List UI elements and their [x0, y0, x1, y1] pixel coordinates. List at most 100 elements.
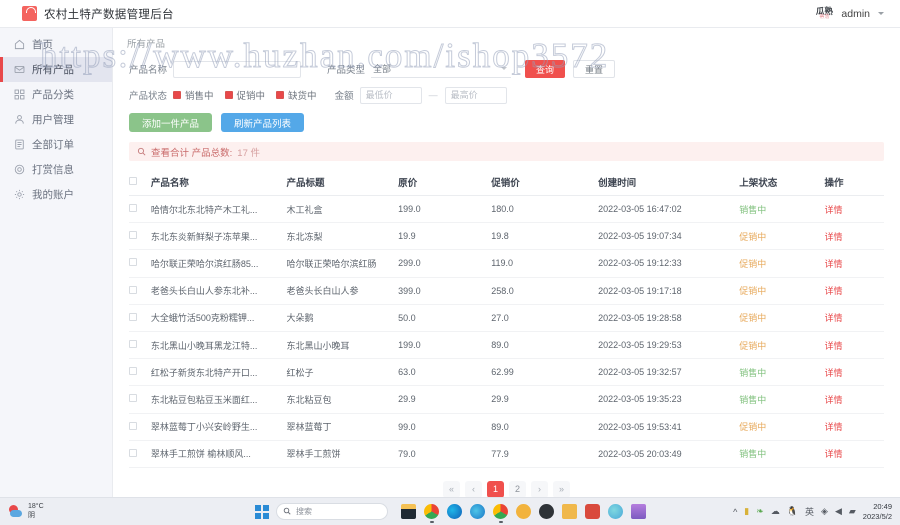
windows-icon[interactable]	[255, 504, 269, 519]
select-all-header[interactable]	[129, 169, 151, 196]
photos-icon[interactable]	[631, 504, 646, 519]
chevron-up-icon[interactable]: ^	[733, 507, 737, 517]
page-number-1[interactable]: 1	[487, 480, 504, 497]
cell-operation[interactable]: 详情	[824, 331, 884, 360]
edge-legacy-icon[interactable]	[470, 504, 485, 519]
checkbox-icon[interactable]	[129, 231, 137, 240]
chrome-active-icon[interactable]	[493, 504, 508, 523]
status-option-on-sale[interactable]: 销售中	[173, 88, 214, 102]
avatar[interactable]: 瓜熟 蒂落	[814, 5, 834, 23]
cell-operation[interactable]: 详情	[824, 195, 884, 224]
taskbar-search-box[interactable]: 搜索	[276, 503, 388, 520]
chrome-icon[interactable]	[424, 504, 439, 523]
table-row[interactable]: 翠林手工煎饼 榆林顺风... 翠林手工煎饼 79.0 77.9 2022-03-05 2…	[129, 440, 884, 468]
reset-button[interactable]: 重置	[573, 60, 616, 78]
checkbox-icon[interactable]	[129, 312, 137, 321]
app-teal-icon[interactable]	[608, 504, 623, 519]
table-row[interactable]: 哈情尔北东北特产木工礼... 木工礼盒 199.0 180.0 2022-03-05 1…	[129, 195, 884, 224]
detail-link[interactable]: 详情	[825, 368, 843, 378]
product-type-select[interactable]: 全部	[371, 60, 512, 78]
checkbox-icon[interactable]	[129, 285, 137, 294]
row-select-cell[interactable]	[129, 358, 151, 387]
app-dark-icon[interactable]	[539, 504, 554, 519]
table-row[interactable]: 哈尔联正荣哈尔滨红肠85... 哈尔联正荣哈尔滨红肠 299.0 119.0 2022-…	[129, 249, 884, 278]
sidebar-item-user-management[interactable]: 用户管理	[0, 107, 112, 132]
cell-operation[interactable]: 详情	[824, 358, 884, 387]
sidebar-item-all-products[interactable]: 所有产品	[0, 57, 112, 82]
checkbox-icon[interactable]	[129, 204, 137, 213]
detail-link[interactable]: 详情	[825, 259, 843, 269]
product-name-input[interactable]	[173, 60, 302, 78]
row-select-cell[interactable]	[129, 331, 151, 360]
page-nav-0[interactable]: «	[443, 480, 460, 497]
app-red-icon[interactable]	[585, 504, 600, 519]
detail-link[interactable]: 详情	[825, 395, 843, 405]
row-select-cell[interactable]	[129, 277, 151, 305]
brand[interactable]: 农村土特产数据管理后台	[22, 6, 174, 22]
page-number-2[interactable]: 2	[509, 480, 526, 497]
table-row[interactable]: 东北粘豆包粘豆玉米面红... 东北粘豆包 29.9 29.9 2022-03-05 19…	[129, 385, 884, 414]
refresh-product-list-button[interactable]: 刷新产品列表	[221, 113, 305, 132]
row-select-cell[interactable]	[129, 385, 151, 414]
checkbox-icon[interactable]	[129, 367, 137, 376]
page-nav-1[interactable]: ‹	[465, 480, 482, 497]
cell-operation[interactable]: 详情	[824, 249, 884, 278]
checkbox-icon[interactable]	[129, 448, 137, 457]
checkbox-icon[interactable]	[129, 340, 137, 349]
cell-operation[interactable]: 详情	[824, 277, 884, 305]
cell-operation[interactable]: 详情	[824, 385, 884, 414]
sidebar-item-reward-info[interactable]: 打赏信息	[0, 157, 112, 182]
file-explorer-icon[interactable]	[401, 504, 416, 519]
user-name[interactable]: admin	[841, 8, 870, 20]
row-select-cell[interactable]	[129, 413, 151, 441]
battery-icon[interactable]: ▮	[744, 506, 749, 517]
detail-link[interactable]: 详情	[825, 286, 843, 296]
detail-link[interactable]: 详情	[825, 422, 843, 432]
wifi-icon[interactable]: ◈	[821, 506, 828, 517]
cell-operation[interactable]: 详情	[824, 222, 884, 251]
cell-operation[interactable]: 详情	[824, 304, 884, 332]
ime-icon[interactable]: 英	[805, 505, 814, 518]
folder-icon[interactable]	[562, 504, 577, 519]
query-button[interactable]: 查询	[525, 60, 566, 78]
sidebar-item-home[interactable]: 首页	[0, 32, 112, 57]
detail-link[interactable]: 详情	[825, 313, 843, 323]
checkbox-icon[interactable]	[129, 421, 137, 430]
detail-link[interactable]: 详情	[825, 341, 843, 351]
detail-link[interactable]: 详情	[825, 232, 843, 242]
taskbar-clock[interactable]: 20:49 2023/5/2	[863, 502, 892, 522]
sidebar-item-all-orders[interactable]: 全部订单	[0, 132, 112, 157]
amount-max-input[interactable]: 最高价	[444, 86, 507, 104]
app-yellow-icon[interactable]	[516, 504, 531, 519]
checkbox-icon[interactable]	[129, 258, 137, 267]
row-select-cell[interactable]	[129, 222, 151, 251]
taskbar-weather-widget[interactable]: 18°C 阴	[9, 503, 44, 521]
amount-min-input[interactable]: 最低价	[359, 86, 422, 104]
checkbox-icon[interactable]	[129, 394, 137, 403]
table-row[interactable]: 大全蛾竹活500克粉糯钾... 大朵鹅 50.0 27.0 2022-03-05 19:…	[129, 304, 884, 332]
table-row[interactable]: 东北黑山小晚耳黑龙江特... 东北黑山小晚耳 199.0 89.0 2022-03-05…	[129, 331, 884, 360]
leaf-icon[interactable]: ❧	[756, 506, 764, 517]
status-option-out-of-stock[interactable]: 缺货中	[276, 88, 317, 102]
page-nav-5[interactable]: »	[553, 480, 570, 497]
row-select-cell[interactable]	[129, 304, 151, 332]
status-option-promotion[interactable]: 促销中	[224, 88, 265, 102]
table-row[interactable]: 东北东炎新鲜梨子冻苹果... 东北冻梨 19.9 19.8 2022-03-05 19:…	[129, 222, 884, 251]
checkbox-icon[interactable]	[129, 176, 137, 185]
chevron-down-icon[interactable]	[878, 12, 884, 15]
qq-icon[interactable]: 🐧	[787, 506, 798, 517]
network-icon[interactable]: ▰	[849, 506, 856, 517]
page-nav-4[interactable]: ›	[531, 480, 548, 497]
sidebar-item-my-account[interactable]: 我的账户	[0, 182, 112, 207]
row-select-cell[interactable]	[129, 195, 151, 224]
cell-operation[interactable]: 详情	[824, 440, 884, 468]
table-row[interactable]: 翠林蓝莓丁小兴安岭野生... 翠林蓝莓丁 99.0 89.0 2022-03-05 19…	[129, 413, 884, 441]
row-select-cell[interactable]	[129, 440, 151, 468]
speaker-icon[interactable]: ◀	[835, 506, 842, 517]
edge-icon[interactable]	[447, 504, 462, 519]
row-select-cell[interactable]	[129, 249, 151, 278]
table-row[interactable]: 老爸头长白山人参东北补... 老爸头长白山人参 399.0 258.0 2022-03-…	[129, 277, 884, 305]
detail-link[interactable]: 详情	[825, 449, 843, 459]
add-product-button[interactable]: 添加一件产品	[129, 113, 213, 132]
detail-link[interactable]: 详情	[825, 205, 843, 215]
